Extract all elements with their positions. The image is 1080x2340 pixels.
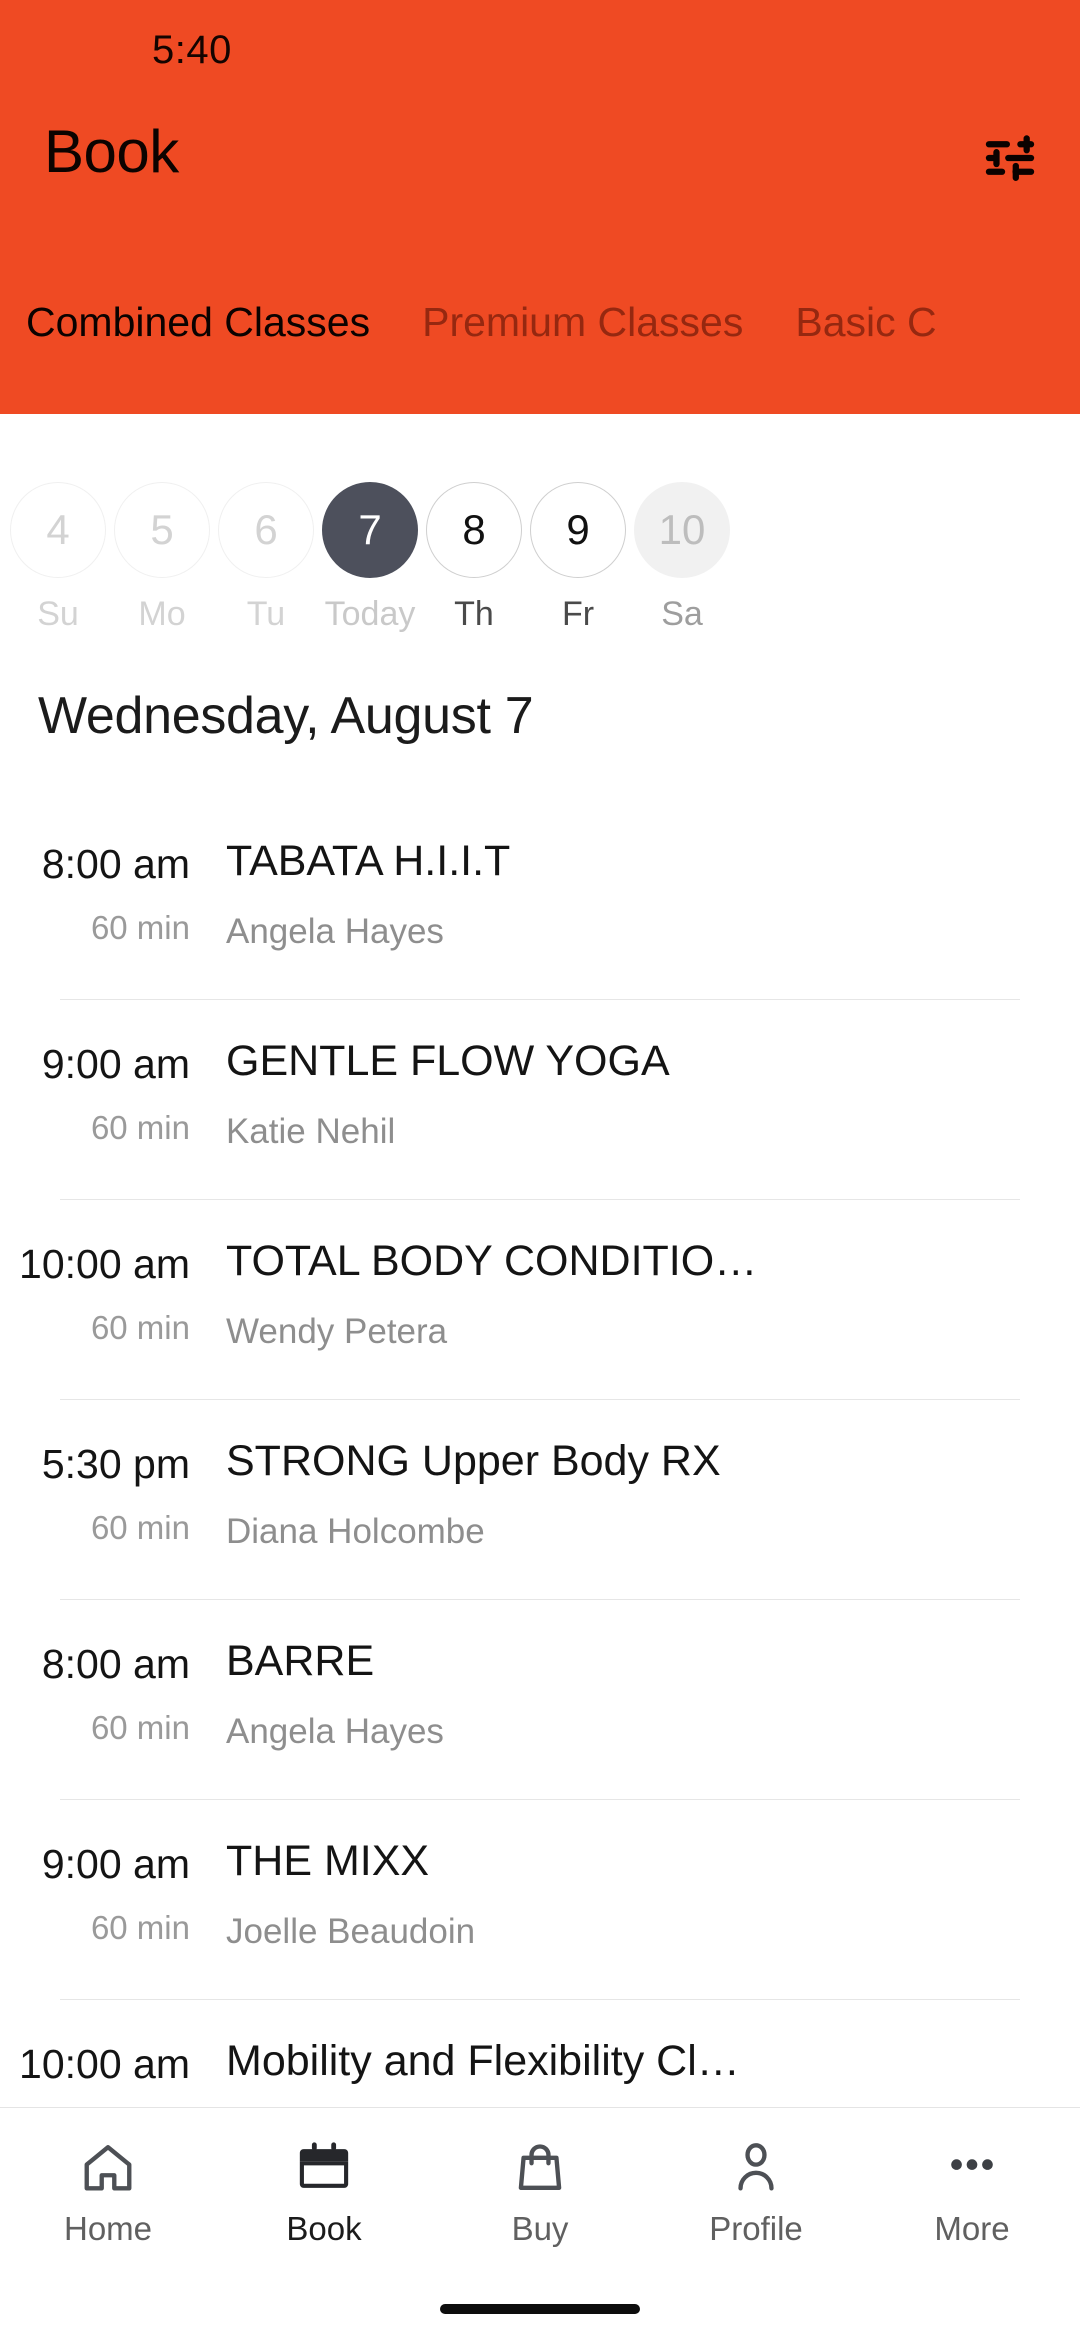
category-tabs[interactable]: Combined Classes Premium Classes Basic C (0, 296, 1080, 378)
class-instructor: Angela Hayes (226, 1712, 444, 1751)
class-duration: 60 min (90, 1909, 190, 1946)
class-time: 8:00 am (41, 1641, 190, 1687)
app-header: 5:40 Book Combined Classes Premium Class… (0, 0, 1080, 414)
title-bar: Book (0, 96, 1080, 206)
date-weekday-8: Th (454, 595, 494, 633)
class-row[interactable]: 5:30 pm 60 min STRONG Upper Body RX Dian… (0, 1399, 1080, 1599)
tab-combined-classes[interactable]: Combined Classes (26, 296, 370, 348)
class-time: 9:00 am (41, 1841, 190, 1887)
date-weekday-10: Sa (661, 595, 703, 633)
class-name: BARRE (226, 1637, 375, 1685)
schedule-date-heading: Wednesday, August 7 (38, 687, 534, 745)
date-cell-7-today[interactable]: 7 Today (318, 414, 422, 633)
bag-icon (511, 2136, 569, 2200)
class-row[interactable]: 10:00 am 60 min Mobility and Flexibility… (0, 1999, 1080, 2107)
class-row[interactable]: 9:00 am 60 min THE MIXX Joelle Beaudoin (0, 1799, 1080, 1999)
class-name: Mobility and Flexibility Cl… (226, 2037, 740, 2085)
nav-label-buy: Buy (511, 2210, 569, 2247)
class-duration: 60 min (90, 1309, 190, 1346)
home-icon (79, 2136, 137, 2200)
class-instructor: Katie Nehil (226, 1112, 396, 1151)
date-cell-9[interactable]: 9 Fr (526, 414, 630, 633)
date-number-8: 8 (426, 482, 522, 578)
class-time: 10:00 am (19, 2041, 190, 2087)
tab-basic-classes[interactable]: Basic C (795, 296, 936, 348)
class-name: TOTAL BODY CONDITIO… (226, 1237, 758, 1285)
nav-label-profile: Profile (709, 2210, 803, 2247)
class-name: THE MIXX (226, 1837, 430, 1885)
class-instructor: Joelle Beaudoin (226, 1912, 476, 1951)
status-bar-clock: 5:40 (152, 28, 232, 72)
nav-item-buy[interactable]: Buy (432, 2108, 648, 2268)
date-cell-10[interactable]: 10 Sa (630, 414, 734, 633)
class-name: STRONG Upper Body RX (226, 1437, 721, 1485)
nav-item-book[interactable]: Book (216, 2108, 432, 2268)
schedule-panel: Wednesday, August 7 8:00 am 60 min TABAT… (0, 659, 1080, 2107)
nav-item-more[interactable]: More (864, 2108, 1080, 2268)
tune-icon (980, 129, 1040, 187)
class-time: 10:00 am (19, 1241, 190, 1287)
ellipsis-icon (943, 2136, 1001, 2200)
class-instructor: Diana Holcombe (226, 1512, 485, 1551)
class-row[interactable]: 10:00 am 60 min TOTAL BODY CONDITIO… Wen… (0, 1199, 1080, 1399)
date-cell-4[interactable]: 4 Su (6, 414, 110, 633)
date-number-9: 9 (530, 482, 626, 578)
date-number-6: 6 (218, 482, 314, 578)
class-row[interactable]: 8:00 am 60 min BARRE Angela Hayes (0, 1599, 1080, 1799)
date-weekday-5: Mo (138, 595, 186, 633)
date-weekday-9: Fr (561, 595, 595, 633)
class-name: TABATA H.I.I.T (226, 837, 511, 885)
class-duration: 60 min (90, 1509, 190, 1546)
class-name: GENTLE FLOW YOGA (226, 1037, 670, 1085)
date-number-4: 4 (10, 482, 106, 578)
nav-label-book: Book (286, 2210, 362, 2247)
class-row[interactable]: 9:00 am 60 min GENTLE FLOW YOGA Katie Ne… (0, 999, 1080, 1199)
class-time: 5:30 pm (41, 1441, 190, 1487)
tab-premium-classes[interactable]: Premium Classes (422, 296, 743, 348)
app-root: 5:40 Book Combined Classes Premium Class… (0, 0, 1080, 2340)
class-row[interactable]: 8:00 am 60 min TABATA H.I.I.T Angela Hay… (0, 799, 1080, 999)
date-number-5: 5 (114, 482, 210, 578)
date-weekday-6: Tu (246, 595, 286, 633)
status-bar: 5:40 (0, 0, 1080, 96)
class-duration: 60 min (90, 909, 190, 946)
calendar-icon (295, 2136, 353, 2200)
nav-item-profile[interactable]: Profile (648, 2108, 864, 2268)
class-time: 9:00 am (41, 1041, 190, 1087)
date-cell-6[interactable]: 6 Tu (214, 414, 318, 633)
nav-item-home[interactable]: Home (0, 2108, 216, 2268)
filter-button[interactable] (966, 124, 1054, 192)
date-weekday-4: Su (37, 595, 79, 633)
class-instructor: Wendy Petera (226, 1312, 448, 1351)
home-indicator (440, 2304, 640, 2314)
page-title: Book (44, 118, 179, 185)
nav-label-more: More (934, 2210, 1010, 2247)
class-duration: 60 min (90, 1709, 190, 1746)
class-duration: 60 min (90, 1109, 190, 1146)
date-cell-5[interactable]: 5 Mo (110, 414, 214, 633)
date-number-7: 7 (322, 482, 418, 578)
person-icon (727, 2136, 785, 2200)
bottom-navigation-bar: Home Book Buy Profile More (0, 2107, 1080, 2340)
date-number-10: 10 (634, 482, 730, 578)
class-instructor: Angela Hayes (226, 912, 444, 951)
class-time: 8:00 am (41, 841, 190, 887)
date-cell-8[interactable]: 8 Th (422, 414, 526, 633)
nav-label-home: Home (63, 2210, 153, 2247)
date-weekday-7: Today (324, 595, 416, 633)
class-list: 8:00 am 60 min TABATA H.I.I.T Angela Hay… (0, 799, 1080, 2107)
date-selector-strip[interactable]: 4 Su 5 Mo 6 Tu 7 Today 8 Th 9 Fr 10 Sa (0, 414, 1080, 659)
